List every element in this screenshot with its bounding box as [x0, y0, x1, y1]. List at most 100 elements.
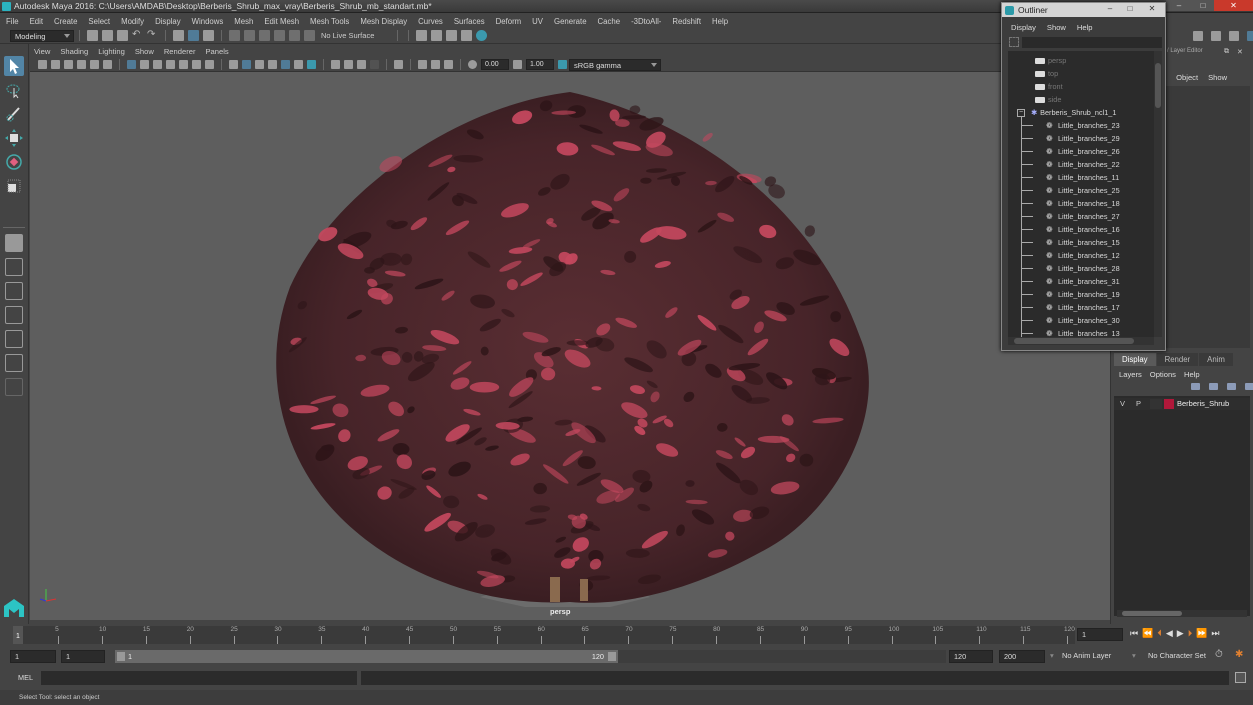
close-button[interactable]: ✕ [1214, 0, 1253, 11]
layer-visibility-toggle[interactable]: V [1120, 398, 1125, 410]
select-camera-icon[interactable] [38, 60, 47, 69]
rotate-tool-icon[interactable] [4, 152, 24, 172]
menu-cache[interactable]: Cache [598, 17, 621, 26]
layer-menu-options[interactable]: Options [1150, 370, 1176, 379]
layer-row[interactable]: V P Berberis_Shrub [1114, 398, 1250, 410]
menu-generate[interactable]: Generate [554, 17, 587, 26]
tab-display[interactable]: Display [1114, 353, 1156, 366]
lights-icon[interactable] [294, 60, 303, 69]
channel-menu-show[interactable]: Show [1208, 73, 1227, 82]
scrollbar-thumb[interactable] [1122, 611, 1182, 616]
time-slider[interactable]: 5 10 15 20 25 30 35 40 45 50 55 60 65 70 75 80 85 90 95 100… [0, 624, 1253, 646]
menu-mesh-display[interactable]: Mesh Display [360, 17, 407, 26]
current-frame-field[interactable]: 1 [1077, 628, 1123, 641]
layer-horizontal-scrollbar[interactable] [1117, 610, 1247, 617]
outliner-item-mesh[interactable]: ❁ Little_branches_31 [1046, 275, 1120, 288]
playback-start-field[interactable]: 1 [61, 650, 105, 663]
outliner-item-mesh[interactable]: ❁ Little_branches_22 [1046, 158, 1120, 171]
redo-icon[interactable]: ↷ [147, 30, 158, 41]
attribute-editor-icon[interactable] [1211, 31, 1221, 41]
gamma-field[interactable]: 1.00 [526, 59, 554, 70]
layer-color-swatch[interactable] [1164, 399, 1174, 409]
animation-start-field[interactable]: 1 [10, 650, 56, 663]
isolate-select-icon[interactable] [394, 60, 403, 69]
outliner-item-mesh[interactable]: ❁ Little_branches_28 [1046, 262, 1120, 275]
menu-help[interactable]: Help [712, 17, 728, 26]
outliner-item-camera[interactable]: side [1035, 93, 1061, 106]
live-surface-label[interactable]: No Live Surface [321, 31, 389, 40]
xray-joints-icon[interactable] [431, 60, 440, 69]
outliner-vertical-scrollbar[interactable] [1154, 51, 1162, 337]
menu-mesh[interactable]: Mesh [234, 17, 253, 26]
step-back-key-icon[interactable]: ⏪ [1142, 628, 1153, 639]
four-view-layout-icon[interactable] [5, 258, 23, 276]
safe-title-icon[interactable] [205, 60, 214, 69]
modeling-toolkit-icon[interactable] [1193, 31, 1203, 41]
command-input[interactable] [41, 671, 357, 685]
new-scene-icon[interactable] [87, 30, 98, 41]
snap-point-icon[interactable] [259, 30, 270, 41]
menu-display[interactable]: Display [155, 17, 181, 26]
grid-icon[interactable] [127, 60, 136, 69]
range-end-handle[interactable] [608, 652, 616, 661]
outliner-search-input[interactable] [1022, 37, 1162, 48]
outliner-menu-help[interactable]: Help [1077, 23, 1093, 37]
outliner-item-camera[interactable]: persp [1035, 54, 1066, 67]
anim-layer-dropdown[interactable]: ▾ No Anim Layer [1048, 650, 1132, 662]
outliner-item-mesh[interactable]: ❁ Little_branches_15 [1046, 236, 1120, 249]
extra-layout-icon[interactable] [5, 378, 23, 396]
layer-menu-help[interactable]: Help [1184, 370, 1200, 379]
depth-of-field-icon[interactable] [370, 60, 379, 69]
smooth-shade-icon[interactable] [242, 60, 251, 69]
lasso-tool-icon[interactable] [4, 80, 24, 100]
snap-live-icon[interactable] [289, 30, 300, 41]
move-layer-down-icon[interactable] [1209, 383, 1218, 390]
outliner-item-camera[interactable]: front [1035, 80, 1063, 93]
render-frame-icon[interactable] [416, 30, 427, 41]
layer-playback-toggle[interactable]: P [1136, 398, 1141, 410]
outliner-item-mesh[interactable]: ❁ Little_branches_29 [1046, 132, 1120, 145]
script-editor-icon[interactable] [1235, 672, 1246, 683]
step-forward-frame-icon[interactable]: ⏵ [1188, 628, 1193, 639]
menu-select[interactable]: Select [88, 17, 110, 26]
menu-modify[interactable]: Modify [121, 17, 144, 26]
scale-tool-icon[interactable] [4, 176, 24, 196]
hypershade-layout-icon[interactable] [5, 330, 23, 348]
go-to-start-icon[interactable]: ⏮ [1130, 628, 1138, 639]
maximize-button[interactable]: □ [1192, 0, 1214, 11]
animation-end-field[interactable]: 200 [999, 650, 1045, 663]
outliner-minimize-button[interactable]: – [1100, 3, 1120, 15]
snap-curve-icon[interactable] [244, 30, 255, 41]
film-gate-icon[interactable] [140, 60, 149, 69]
perspective-viewport[interactable]: persp [30, 72, 1110, 620]
outliner-item-mesh[interactable]: ❁ Little_branches_23 [1046, 119, 1120, 132]
exposure-field[interactable]: 0.00 [481, 59, 509, 70]
undo-icon[interactable]: ↶ [132, 30, 143, 41]
resolution-gate-icon[interactable] [153, 60, 162, 69]
character-set-dropdown[interactable]: ▾ No Character Set [1130, 650, 1214, 662]
persp-graph-layout-icon[interactable] [5, 306, 23, 324]
menu-windows[interactable]: Windows [192, 17, 224, 26]
viewport-menu-show[interactable]: Show [135, 47, 154, 56]
outliner-item-mesh[interactable]: ❁ Little_branches_18 [1046, 197, 1120, 210]
layer-menu-layers[interactable]: Layers [1119, 370, 1142, 379]
motion-blur-icon[interactable] [344, 60, 353, 69]
snap-view-plane-icon[interactable] [274, 30, 285, 41]
viewport-menu-view[interactable]: View [34, 47, 50, 56]
viewport-menu-panels[interactable]: Panels [205, 47, 228, 56]
new-layer-from-selection-icon[interactable] [1245, 383, 1253, 390]
new-layer-icon[interactable] [1227, 383, 1236, 390]
gate-mask-icon[interactable] [166, 60, 175, 69]
outliner-close-button[interactable]: ✕ [1142, 3, 1162, 15]
channel-box-icon[interactable] [1247, 31, 1253, 41]
menu-surfaces[interactable]: Surfaces [454, 17, 485, 26]
open-scene-icon[interactable] [102, 30, 113, 41]
outliner-item-mesh[interactable]: ❁ Little_branches_16 [1046, 223, 1120, 236]
move-tool-icon[interactable] [4, 128, 24, 148]
textured-icon[interactable] [281, 60, 290, 69]
outliner-menu-show[interactable]: Show [1047, 23, 1066, 37]
hypershade-icon[interactable] [476, 30, 487, 41]
mode-dropdown[interactable]: Modeling [10, 29, 74, 42]
save-scene-icon[interactable] [117, 30, 128, 41]
move-layer-up-icon[interactable] [1191, 383, 1200, 390]
